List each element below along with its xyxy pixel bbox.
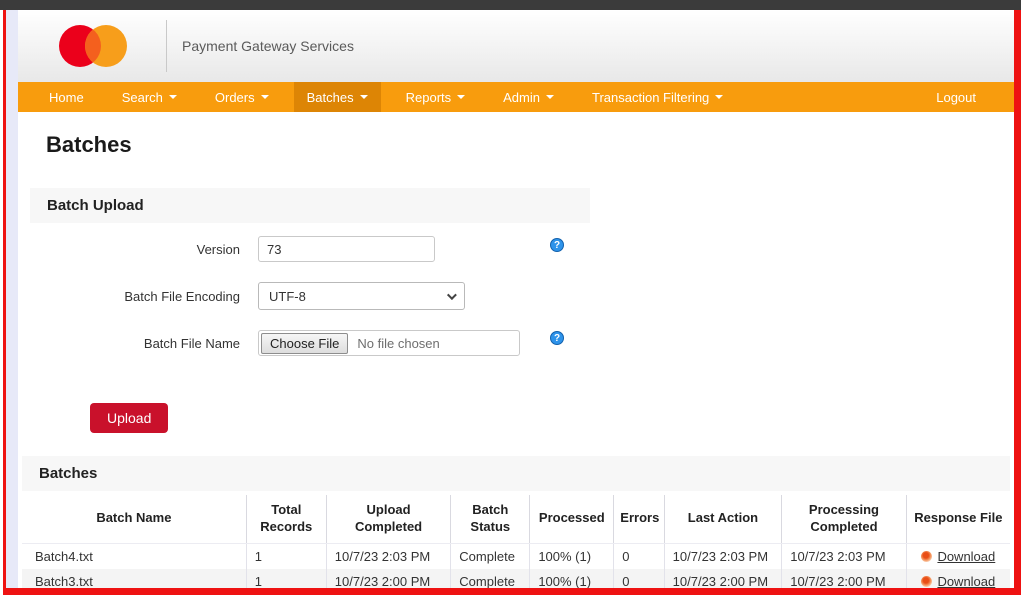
encoding-select[interactable]: UTF-8 — [258, 282, 465, 310]
nav-item-reports[interactable]: Reports — [393, 82, 479, 112]
download-icon — [921, 551, 932, 562]
table-row: Batch4.txt 1 10/7/23 2:03 PM Complete 10… — [22, 543, 1010, 569]
encoding-row: Batch File Encoding UTF-8 — [30, 282, 1010, 310]
help-icon[interactable] — [550, 238, 564, 252]
main-nav: Home Search Orders Batches Reports Admin… — [18, 82, 1014, 112]
nav-item-orders[interactable]: Orders — [202, 82, 282, 112]
cell-processed: 100% (1) — [530, 543, 614, 569]
batch-upload-section-header: Batch Upload — [30, 188, 590, 223]
page-frame: Payment Gateway Services Home Search Ord… — [3, 10, 1021, 595]
column-header-last-action: Last Action — [664, 495, 782, 543]
batches-table: Batch Name Total Records Upload Complete… — [22, 495, 1010, 588]
cell-total-records: 1 — [246, 569, 326, 588]
caret-down-icon — [715, 95, 723, 99]
column-header-batch-status: Batch Status — [451, 495, 530, 543]
version-label: Version — [30, 242, 240, 257]
table-row: Batch3.txt 1 10/7/23 2:00 PM Complete 10… — [22, 569, 1010, 588]
left-margin-strip — [6, 10, 18, 588]
cell-batch-name: Batch3.txt — [22, 569, 246, 588]
header-divider — [166, 20, 167, 72]
cell-upload-completed: 10/7/23 2:03 PM — [326, 543, 450, 569]
version-input[interactable] — [258, 236, 435, 262]
nav-item-admin[interactable]: Admin — [490, 82, 567, 112]
brand-title: Payment Gateway Services — [182, 38, 354, 54]
cell-errors: 0 — [614, 543, 664, 569]
nav-item-search[interactable]: Search — [109, 82, 190, 112]
page: Payment Gateway Services Home Search Ord… — [18, 10, 1014, 588]
cell-last-action: 10/7/23 2:03 PM — [664, 543, 782, 569]
file-status-text: No file chosen — [357, 336, 439, 351]
chevron-down-icon — [447, 290, 457, 300]
caret-down-icon — [169, 95, 177, 99]
column-header-processing-completed: Processing Completed — [782, 495, 906, 543]
download-link[interactable]: Download — [937, 574, 995, 588]
cell-batch-name: Batch4.txt — [22, 543, 246, 569]
batches-section: Batches Batch Name Total Records Upload … — [22, 456, 1010, 588]
cell-response-file: Download — [906, 569, 1010, 588]
cell-errors: 0 — [614, 569, 664, 588]
column-header-upload-completed: Upload Completed — [326, 495, 450, 543]
cell-total-records: 1 — [246, 543, 326, 569]
cell-batch-status: Complete — [451, 569, 530, 588]
caret-down-icon — [457, 95, 465, 99]
choose-file-button[interactable]: Choose File — [261, 333, 348, 354]
download-link[interactable]: Download — [937, 549, 995, 564]
column-header-errors: Errors — [614, 495, 664, 543]
download-icon — [921, 576, 932, 587]
encoding-label: Batch File Encoding — [30, 289, 240, 304]
batch-upload-form: Version Batch File Encoding UTF-8 Batch … — [30, 235, 1010, 433]
caret-down-icon — [261, 95, 269, 99]
cell-response-file: Download — [906, 543, 1010, 569]
cell-processed: 100% (1) — [530, 569, 614, 588]
window-top-strip — [0, 0, 1021, 10]
batches-section-header: Batches — [22, 456, 1010, 491]
caret-down-icon — [546, 95, 554, 99]
column-header-response-file: Response File — [906, 495, 1010, 543]
column-header-total-records: Total Records — [246, 495, 326, 543]
column-header-batch-name: Batch Name — [22, 495, 246, 543]
cell-processing-completed: 10/7/23 2:00 PM — [782, 569, 906, 588]
nav-item-transaction-filtering[interactable]: Transaction Filtering — [579, 82, 736, 112]
page-title: Batches — [46, 132, 1010, 158]
column-header-processed: Processed — [530, 495, 614, 543]
table-header-row: Batch Name Total Records Upload Complete… — [22, 495, 1010, 543]
encoding-selected-value: UTF-8 — [269, 289, 306, 304]
cell-last-action: 10/7/23 2:00 PM — [664, 569, 782, 588]
nav-item-batches[interactable]: Batches — [294, 82, 381, 112]
version-row: Version — [30, 235, 1010, 263]
file-label: Batch File Name — [30, 336, 240, 351]
main-content: Batches Batch Upload Version Batch File … — [18, 112, 1014, 588]
cell-processing-completed: 10/7/23 2:03 PM — [782, 543, 906, 569]
app-header: Payment Gateway Services — [18, 10, 1014, 82]
batch-file-input[interactable]: Choose File No file chosen — [258, 330, 520, 356]
mastercard-logo-icon — [46, 18, 136, 74]
logout-link[interactable]: Logout — [923, 82, 989, 112]
cell-batch-status: Complete — [451, 543, 530, 569]
upload-button[interactable]: Upload — [90, 403, 168, 433]
caret-down-icon — [360, 95, 368, 99]
nav-item-home[interactable]: Home — [36, 82, 97, 112]
help-icon[interactable] — [550, 331, 564, 345]
file-row: Batch File Name Choose File No file chos… — [30, 329, 1010, 357]
cell-upload-completed: 10/7/23 2:00 PM — [326, 569, 450, 588]
